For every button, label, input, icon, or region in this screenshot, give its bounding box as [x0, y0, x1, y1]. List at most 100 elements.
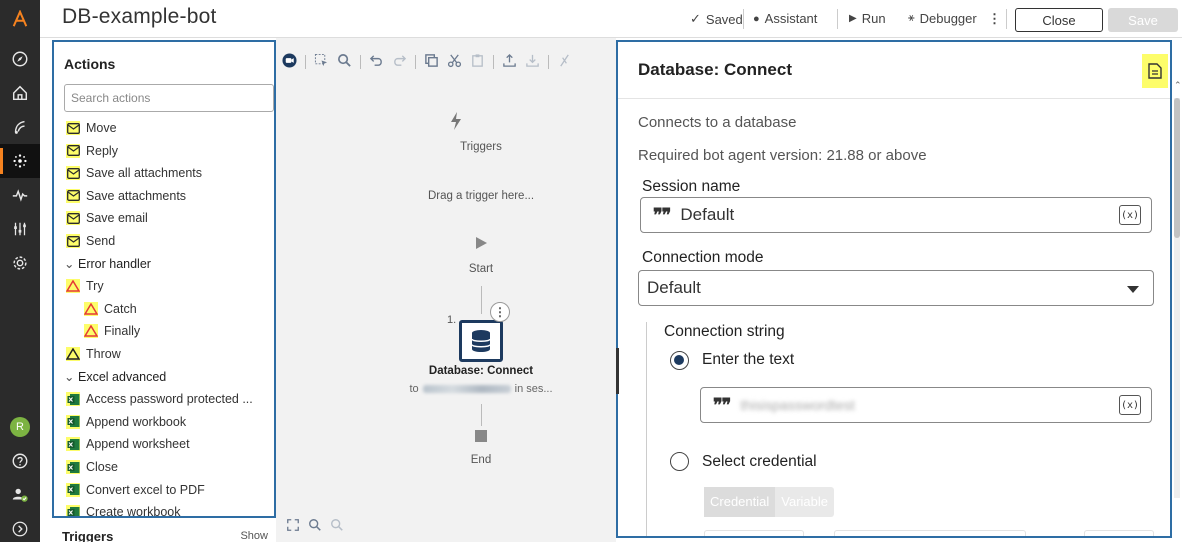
user-check-icon[interactable]: [0, 478, 40, 512]
string-quote-icon: ❞❞: [713, 394, 731, 415]
undo-icon[interactable]: [369, 53, 384, 71]
email-icon: [66, 234, 80, 248]
database-icon: [471, 330, 491, 352]
record-icon[interactable]: [282, 53, 297, 71]
action-item-error[interactable]: Try: [66, 275, 104, 297]
session-name-field[interactable]: ❞❞ Default (x): [640, 197, 1152, 233]
search-icon[interactable]: [337, 53, 352, 71]
actions-title: Actions: [64, 56, 116, 72]
tab-variable[interactable]: Variable: [775, 487, 834, 517]
pulse-icon[interactable]: [0, 178, 40, 212]
compass-icon[interactable]: [0, 42, 40, 76]
warning-icon: [84, 301, 98, 316]
scroll-up-icon[interactable]: ⌃: [1174, 80, 1182, 91]
close-button[interactable]: Close: [1015, 8, 1103, 32]
properties-title: Database: Connect: [638, 60, 792, 79]
insert-variable-button[interactable]: (x): [1119, 205, 1141, 225]
fit-screen-icon[interactable]: [286, 518, 300, 535]
excel-icon: [66, 460, 80, 474]
action-item-email[interactable]: Send: [66, 230, 115, 252]
database-connect-node[interactable]: [459, 320, 503, 362]
connection-string-value: thisispasswordtest: [740, 397, 855, 413]
action-label: Access password protected ...: [86, 392, 253, 407]
triggers-node-label: Triggers: [460, 141, 502, 153]
user-avatar[interactable]: R: [0, 410, 40, 444]
action-item-excel[interactable]: Append workbook: [66, 411, 186, 433]
panel-resize-handle[interactable]: [616, 348, 619, 394]
action-label: Catch: [104, 301, 137, 316]
triggers-section[interactable]: Triggers Show: [52, 520, 276, 542]
search-actions-input[interactable]: [64, 84, 274, 112]
action-item-error[interactable]: Finally: [84, 320, 140, 342]
group-excel-advanced[interactable]: ⌄ Excel advanced: [64, 366, 166, 388]
automations-icon[interactable]: [0, 144, 40, 178]
action-item-excel[interactable]: Close: [66, 456, 118, 478]
save-button[interactable]: Save: [1108, 8, 1178, 32]
group-label: Excel advanced: [78, 369, 167, 384]
enter-text-radio[interactable]: [670, 351, 689, 370]
bot-icon[interactable]: [0, 110, 40, 144]
redacted-text: [422, 385, 511, 393]
action-item-excel[interactable]: Convert excel to PDF: [66, 479, 205, 501]
action-item-excel[interactable]: Access password protected ...: [66, 388, 253, 410]
chevron-down-icon: ⌄: [64, 257, 75, 272]
copy-icon[interactable]: [424, 53, 439, 71]
excel-icon: [66, 437, 80, 452]
redo-icon[interactable]: [392, 53, 407, 71]
triggers-show-link[interactable]: Show: [240, 530, 268, 542]
action-item-email[interactable]: Reply: [66, 140, 118, 162]
action-item-email[interactable]: Move: [66, 117, 117, 139]
group-error-handler[interactable]: ⌄ Error handler: [64, 253, 151, 275]
flow-canvas[interactable]: Triggers Drag a trigger here... Start 1.…: [276, 38, 616, 542]
move-up-icon[interactable]: [502, 53, 517, 71]
settings-icon[interactable]: [0, 246, 40, 280]
action-item-error[interactable]: Catch: [84, 298, 137, 320]
sliders-icon[interactable]: [0, 212, 40, 246]
action-description: Connects to a database: [638, 114, 797, 131]
excel-icon: [66, 505, 80, 516]
run-button[interactable]: ▶ Run: [849, 11, 886, 26]
cut-icon[interactable]: [447, 53, 462, 71]
assistant-button[interactable]: ● Assistant: [753, 11, 817, 26]
move-down-icon[interactable]: [525, 53, 540, 71]
action-item-email[interactable]: Save attachments: [66, 185, 186, 207]
node-more-icon[interactable]: ⋮: [490, 302, 510, 322]
tab-credential[interactable]: Credential: [704, 487, 776, 517]
home-icon[interactable]: [0, 76, 40, 110]
check-icon: ✓: [690, 11, 701, 26]
node-number: 1.: [447, 314, 457, 326]
action-item-error[interactable]: Throw: [66, 343, 121, 365]
start-play-icon: [474, 236, 488, 253]
action-item-excel[interactable]: Append worksheet: [66, 433, 190, 455]
zoom-in-icon[interactable]: [308, 518, 322, 535]
document-icon[interactable]: [1142, 54, 1168, 88]
paste-icon[interactable]: [470, 53, 485, 71]
avatar-initial: R: [10, 417, 30, 437]
disable-icon[interactable]: [557, 53, 572, 71]
properties-scrollbar[interactable]: [1174, 98, 1180, 498]
drag-trigger-hint: Drag a trigger here...: [427, 190, 535, 202]
debugger-button[interactable]: ⚹ Debugger: [908, 11, 977, 26]
help-icon[interactable]: [0, 444, 40, 478]
connection-mode-select[interactable]: Default: [638, 270, 1154, 306]
action-item-email[interactable]: Save all attachments: [66, 162, 202, 184]
chevron-right-icon[interactable]: [0, 512, 40, 542]
session-name-value: Default: [680, 205, 735, 224]
action-item-excel[interactable]: Create workbook: [66, 501, 181, 516]
credential-variable-tabs: Credential Variable: [704, 487, 834, 517]
select-credential-radio[interactable]: [670, 452, 689, 471]
insert-variable-button[interactable]: (x): [1119, 395, 1141, 415]
canvas-toolbar: [282, 52, 572, 72]
action-item-email[interactable]: Save email: [66, 207, 148, 229]
email-icon: [66, 211, 80, 226]
canvas-zoom-controls: [286, 518, 344, 535]
end-stop-icon: [475, 430, 487, 442]
connection-string-field[interactable]: ❞❞ thisispasswordtest (x): [700, 387, 1152, 423]
zoom-out-icon[interactable]: [330, 518, 344, 535]
automation-logo-icon[interactable]: [0, 0, 40, 38]
action-label: Save email: [86, 211, 148, 226]
more-menu-icon[interactable]: ⋮: [988, 11, 1001, 27]
lightning-icon: [450, 112, 462, 133]
select-icon[interactable]: [314, 53, 329, 71]
play-icon: ▶: [849, 13, 857, 24]
